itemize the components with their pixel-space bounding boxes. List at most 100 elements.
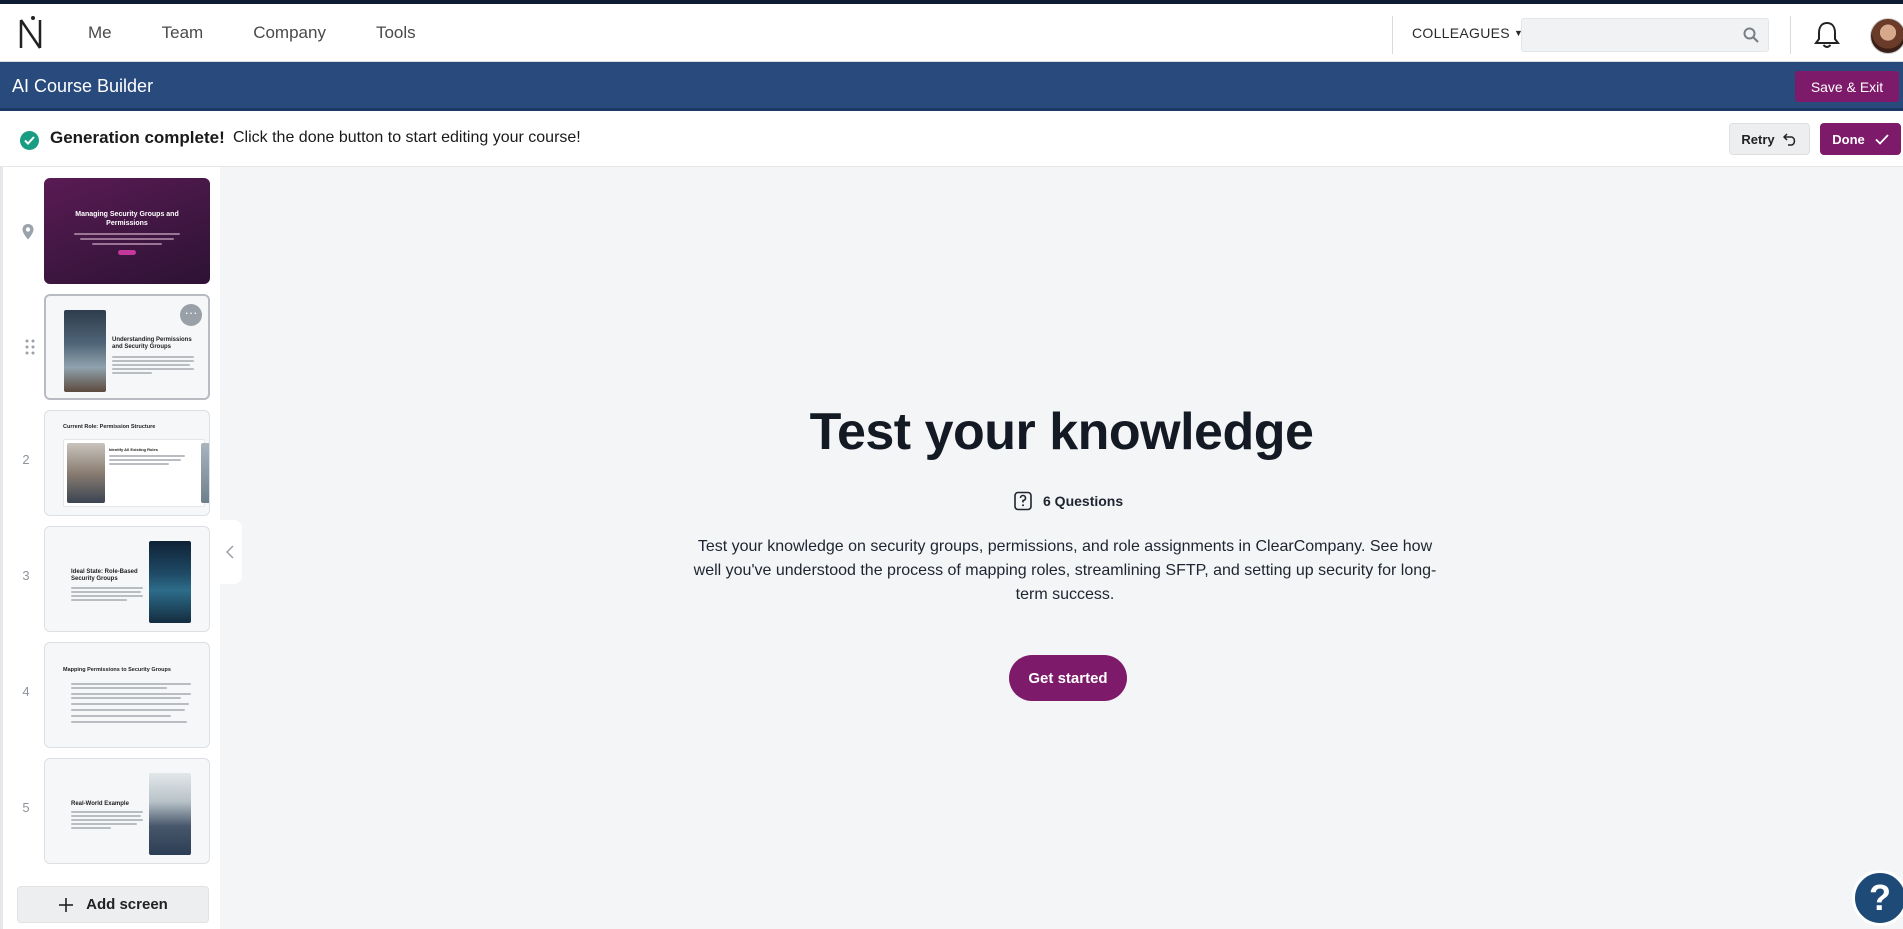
nav-divider — [1392, 16, 1393, 54]
retry-label: Retry — [1741, 131, 1775, 147]
done-label: Done — [1832, 131, 1865, 147]
slide-row: 2 Current Role: Permission Structure Ide… — [3, 410, 219, 516]
slide-title: Real-World Example — [71, 801, 129, 807]
search-icon[interactable] — [1743, 27, 1759, 43]
nav-divider — [1790, 16, 1791, 54]
slide-title: Understanding Permissions and Security G… — [112, 337, 192, 350]
text-line — [71, 815, 141, 817]
text-line — [112, 368, 194, 370]
text-line — [71, 823, 137, 825]
nav-me[interactable]: Me — [88, 23, 112, 43]
search-box — [1521, 18, 1769, 52]
more-options-icon[interactable]: ··· — [180, 304, 202, 326]
checkmark-icon — [1875, 133, 1889, 145]
drag-handle-icon[interactable] — [21, 339, 39, 355]
text-line — [71, 827, 111, 829]
slide-image — [149, 541, 191, 623]
add-screen-label: Add screen — [86, 896, 168, 913]
text-line — [112, 364, 190, 366]
slides-sidebar: Managing Security Groups and Permissions… — [0, 167, 220, 929]
slide-image — [64, 310, 106, 392]
text-line — [71, 709, 185, 711]
start-chip — [118, 250, 136, 255]
slide-title: Current Role: Permission Structure — [63, 424, 156, 430]
text-line — [71, 683, 191, 685]
get-started-button[interactable]: Get started — [1009, 655, 1127, 701]
retry-button[interactable]: Retry — [1729, 123, 1810, 155]
slide-title: Mapping Permissions to Security Groups — [63, 667, 171, 673]
search-input[interactable] — [1522, 19, 1732, 51]
slide-image — [67, 443, 105, 503]
check-circle-icon — [20, 131, 39, 150]
builder-header: AI Course Builder Save & Exit — [0, 62, 1903, 111]
slide-image — [201, 443, 209, 503]
slide-row: Managing Security Groups and Permissions — [3, 178, 219, 284]
done-button[interactable]: Done — [1820, 123, 1901, 155]
text-line — [109, 463, 169, 465]
slide-thumbnail[interactable]: Managing Security Groups and Permissions — [44, 178, 210, 284]
slide-thumbnail[interactable]: Mapping Permissions to Security Groups — [44, 642, 210, 748]
slide-thumbnail[interactable]: Real-World Example — [44, 758, 210, 864]
colleagues-label: COLLEAGUES — [1412, 25, 1510, 41]
text-line — [71, 703, 189, 705]
add-screen-button[interactable]: Add screen — [17, 886, 209, 923]
slide-row: 3 Ideal State: Role-Based Security Group… — [3, 526, 219, 632]
status-message: Click the done button to start editing y… — [233, 129, 581, 146]
text-line — [71, 693, 191, 695]
brand-logo-icon[interactable] — [16, 14, 46, 52]
slide-row: Understanding Permissions and Security G… — [3, 294, 219, 400]
slide-row: 5 Real-World Example — [3, 758, 219, 864]
text-line — [71, 819, 143, 821]
question-card-icon — [1014, 491, 1032, 511]
slide-title: Ideal State: Role-Based Security Groups — [71, 569, 138, 582]
text-line — [109, 459, 181, 461]
builder-title: AI Course Builder — [12, 76, 154, 96]
text-line — [71, 715, 171, 717]
save-exit-button[interactable]: Save & Exit — [1795, 71, 1899, 102]
text-line — [71, 811, 143, 813]
colleagues-dropdown[interactable]: COLLEAGUES ▼ — [1412, 4, 1523, 62]
slide-thumbnail[interactable]: Current Role: Permission Structure Ident… — [44, 410, 210, 516]
text-line — [80, 238, 174, 240]
slide-preview: Test your knowledge 6 Questions Test you… — [220, 167, 1903, 929]
text-line — [109, 455, 185, 457]
user-avatar[interactable] — [1870, 18, 1903, 54]
slide-number: 2 — [22, 452, 30, 467]
slide-number: 3 — [22, 568, 30, 583]
text-line — [112, 356, 194, 358]
text-line — [74, 233, 180, 235]
quiz-title: Test your knowledge — [809, 403, 1314, 461]
generation-status-bar: Generation complete! Click the done butt… — [0, 111, 1903, 167]
slide-number: 4 — [22, 684, 30, 699]
text-line — [71, 587, 143, 589]
slide-number: 5 — [22, 800, 30, 815]
slide-image — [149, 773, 191, 855]
text-line — [112, 372, 152, 374]
nav-tools[interactable]: Tools — [376, 23, 416, 43]
text-line — [71, 697, 181, 699]
text-line — [71, 591, 141, 593]
plus-icon — [59, 897, 74, 912]
undo-icon — [1782, 132, 1795, 146]
slide-row: 4 Mapping Permissions to Security Groups — [3, 642, 219, 748]
nav-team[interactable]: Team — [162, 23, 204, 43]
text-line — [71, 721, 187, 723]
text-line — [112, 360, 194, 362]
text-line — [71, 687, 167, 689]
status-headline: Generation complete! — [50, 128, 225, 147]
bell-icon[interactable] — [1813, 20, 1841, 50]
text-line — [92, 243, 162, 245]
quiz-description: Test your knowledge on security groups, … — [693, 538, 1437, 603]
slide-thumbnail[interactable]: Understanding Permissions and Security G… — [44, 294, 210, 400]
help-button[interactable]: ? — [1852, 870, 1903, 926]
card-title: Identify All Existing Roles — [109, 447, 158, 452]
top-navigation: Me Team Company Tools COLLEAGUES ▼ — [0, 0, 1903, 62]
slide-title: Managing Security Groups and Permissions — [75, 211, 179, 227]
text-line — [71, 599, 127, 601]
question-count-label: 6 Questions — [1043, 493, 1124, 509]
location-pin-icon — [22, 224, 34, 240]
question-count: 6 Questions — [1013, 490, 1123, 512]
slide-thumbnail[interactable]: Ideal State: Role-Based Security Groups — [44, 526, 210, 632]
nav-company[interactable]: Company — [253, 23, 326, 43]
text-line — [71, 595, 143, 597]
